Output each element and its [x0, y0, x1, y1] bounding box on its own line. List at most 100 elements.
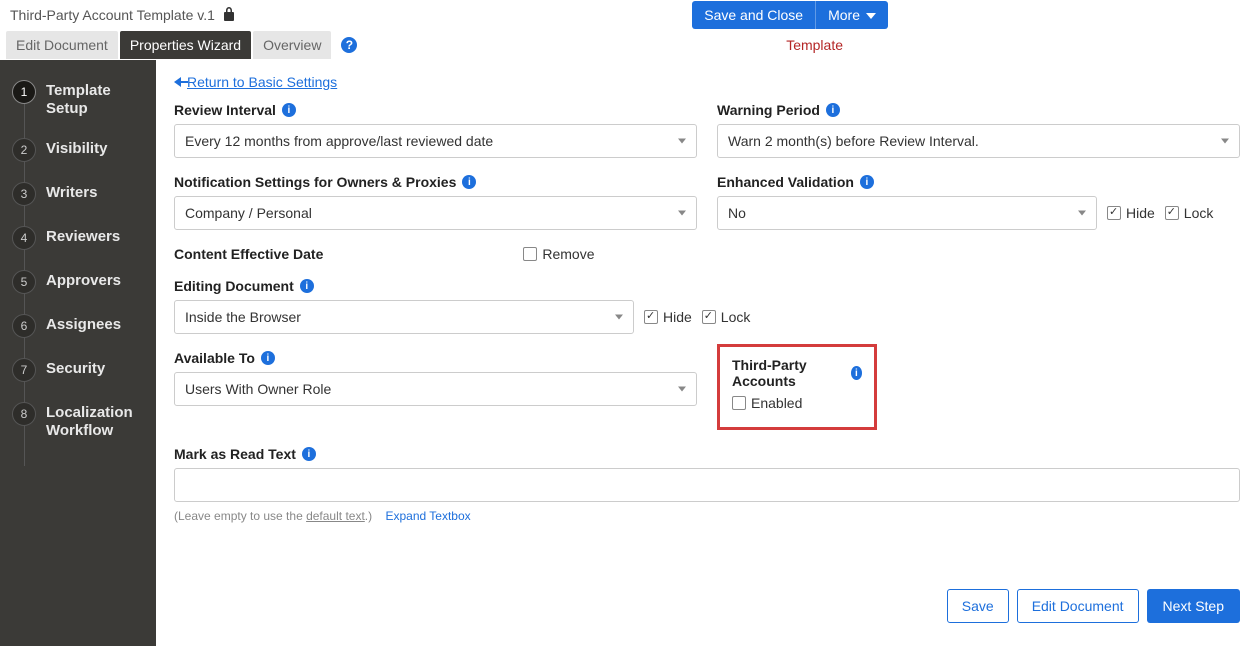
info-icon[interactable]: i: [826, 103, 840, 117]
form-grid: Review Interval i Every 12 months from a…: [174, 102, 1240, 539]
main-panel: Return to Basic Settings Review Interval…: [156, 60, 1258, 646]
editing-document-row: Inside the Browser Hide Lock: [174, 300, 1240, 334]
tab-overview[interactable]: Overview: [253, 31, 331, 59]
available-to-label: Available To i: [174, 350, 697, 366]
sidebar-step-approvers[interactable]: 5 Approvers: [0, 260, 156, 304]
step-number: 1: [12, 80, 36, 104]
step-label: Localization Workflow: [46, 402, 146, 440]
footer-buttons: Save Edit Document Next Step: [174, 589, 1240, 623]
more-label: More: [828, 7, 860, 23]
next-step-button[interactable]: Next Step: [1147, 589, 1240, 623]
step-label: Writers: [46, 182, 97, 202]
lock-icon: [223, 7, 235, 24]
layout: 1 Template Setup 2 Visibility 3 Writers …: [0, 60, 1258, 646]
step-label: Approvers: [46, 270, 121, 290]
info-icon[interactable]: i: [851, 366, 862, 380]
editing-document-lock-checkbox[interactable]: Lock: [702, 309, 751, 325]
help-icon[interactable]: ?: [341, 37, 357, 53]
content-effective-row: Content Effective Date Remove: [174, 246, 1240, 262]
enhanced-validation-field: Enhanced Validation i No Hide Lock: [717, 174, 1240, 230]
notification-settings-label: Notification Settings for Owners & Proxi…: [174, 174, 697, 190]
step-label: Assignees: [46, 314, 121, 334]
editing-document-field: Editing Document i Inside the Browser Hi…: [174, 278, 1240, 334]
step-number: 7: [12, 358, 36, 382]
step-label: Visibility: [46, 138, 107, 158]
sidebar-step-localization[interactable]: 8 Localization Workflow: [0, 392, 156, 450]
sidebar-step-assignees[interactable]: 6 Assignees: [0, 304, 156, 348]
checkbox-icon: [732, 396, 746, 410]
editing-document-label: Editing Document i: [174, 278, 1240, 294]
step-label: Reviewers: [46, 226, 120, 246]
step-number: 5: [12, 270, 36, 294]
step-number: 8: [12, 402, 36, 426]
sidebar-step-visibility[interactable]: 2 Visibility: [0, 128, 156, 172]
info-icon[interactable]: i: [300, 279, 314, 293]
review-interval-label: Review Interval i: [174, 102, 697, 118]
arrow-left-icon: [174, 77, 181, 87]
review-interval-select[interactable]: Every 12 months from approve/last review…: [174, 124, 697, 158]
warning-period-select[interactable]: Warn 2 month(s) before Review Interval.: [717, 124, 1240, 158]
checkbox-icon: [523, 247, 537, 261]
checkbox-icon: [1165, 206, 1179, 220]
top-actions: Save and Close More: [692, 1, 888, 29]
notification-settings-select[interactable]: Company / Personal: [174, 196, 697, 230]
enhanced-validation-label: Enhanced Validation i: [717, 174, 1240, 190]
editing-document-hide-checkbox[interactable]: Hide: [644, 309, 692, 325]
step-label: Template Setup: [46, 80, 146, 118]
enhanced-validation-hide-checkbox[interactable]: Hide: [1107, 205, 1155, 221]
warning-period-label: Warning Period i: [717, 102, 1240, 118]
third-party-highlight: Third-Party Accounts i Enabled: [717, 344, 877, 430]
mark-as-read-field: Mark as Read Text i (Leave empty to use …: [174, 446, 1240, 523]
available-to-select[interactable]: Users With Owner Role: [174, 372, 697, 406]
enhanced-validation-lock-checkbox[interactable]: Lock: [1165, 205, 1214, 221]
template-label: Template: [786, 37, 843, 53]
topbar: Third-Party Account Template v.1 Save an…: [0, 0, 1258, 30]
checkbox-icon: [702, 310, 716, 324]
default-text-link[interactable]: default text: [306, 509, 365, 523]
step-number: 2: [12, 138, 36, 162]
info-icon[interactable]: i: [462, 175, 476, 189]
editing-document-select[interactable]: Inside the Browser: [174, 300, 634, 334]
sidebar-step-writers[interactable]: 3 Writers: [0, 172, 156, 216]
third-party-label: Third-Party Accounts i: [732, 357, 862, 389]
step-number: 3: [12, 182, 36, 206]
sidebar-step-reviewers[interactable]: 4 Reviewers: [0, 216, 156, 260]
expand-textbox-link[interactable]: Expand Textbox: [385, 509, 470, 523]
sidebar-step-security[interactable]: 7 Security: [0, 348, 156, 392]
checkbox-icon: [644, 310, 658, 324]
tabs-row: Edit Document Properties Wizard Overview…: [0, 30, 1258, 60]
third-party-accounts-field: Third-Party Accounts i Enabled: [717, 350, 1240, 430]
enhanced-validation-row: No Hide Lock: [717, 196, 1240, 230]
notification-settings-field: Notification Settings for Owners & Proxi…: [174, 174, 697, 230]
content-effective-date-label: Content Effective Date: [174, 246, 323, 262]
review-interval-field: Review Interval i Every 12 months from a…: [174, 102, 697, 158]
warning-period-field: Warning Period i Warn 2 month(s) before …: [717, 102, 1240, 158]
info-icon[interactable]: i: [282, 103, 296, 117]
tab-edit-document[interactable]: Edit Document: [6, 31, 118, 59]
step-number: 4: [12, 226, 36, 250]
info-icon[interactable]: i: [261, 351, 275, 365]
info-icon[interactable]: i: [860, 175, 874, 189]
content-effective-date-field: Content Effective Date Remove: [174, 246, 1240, 262]
chevron-down-icon: [866, 13, 876, 19]
step-number: 6: [12, 314, 36, 338]
tab-properties-wizard[interactable]: Properties Wizard: [120, 31, 251, 59]
third-party-enabled-checkbox[interactable]: Enabled: [732, 395, 802, 411]
content-effective-remove-checkbox[interactable]: Remove: [523, 246, 594, 262]
checkbox-icon: [1107, 206, 1121, 220]
save-and-close-button[interactable]: Save and Close: [692, 1, 815, 29]
info-icon[interactable]: i: [302, 447, 316, 461]
mark-as-read-textarea[interactable]: [174, 468, 1240, 502]
document-title: Third-Party Account Template v.1: [10, 7, 215, 23]
return-link[interactable]: Return to Basic Settings: [174, 74, 337, 90]
sidebar: 1 Template Setup 2 Visibility 3 Writers …: [0, 60, 156, 646]
save-button[interactable]: Save: [947, 589, 1009, 623]
mark-as-read-hint: (Leave empty to use the default text.) E…: [174, 509, 1240, 523]
edit-document-button[interactable]: Edit Document: [1017, 589, 1139, 623]
enhanced-validation-select[interactable]: No: [717, 196, 1097, 230]
more-button[interactable]: More: [815, 1, 888, 29]
return-label: Return to Basic Settings: [187, 74, 337, 90]
mark-as-read-label: Mark as Read Text i: [174, 446, 1240, 462]
sidebar-step-template-setup[interactable]: 1 Template Setup: [0, 70, 156, 128]
step-label: Security: [46, 358, 105, 378]
